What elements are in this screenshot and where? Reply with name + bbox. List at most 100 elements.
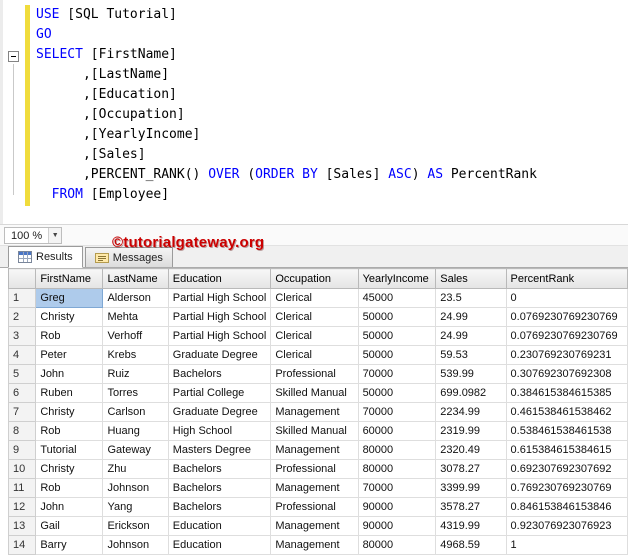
grid-cell[interactable]: 699.0982	[435, 383, 507, 403]
grid-cell[interactable]: John	[35, 497, 104, 517]
grid-cell[interactable]: Partial College	[167, 383, 272, 403]
grid-cell[interactable]: 90000	[357, 516, 437, 536]
row-header[interactable]: 3	[7, 326, 37, 346]
grid-cell[interactable]: Graduate Degree	[167, 402, 272, 422]
grid-cell[interactable]: 60000	[357, 421, 437, 441]
grid-cell[interactable]: Greg	[35, 288, 104, 308]
grid-cell[interactable]: 80000	[357, 459, 437, 479]
grid-cell[interactable]: Partial High School	[167, 307, 272, 327]
column-header-lastname[interactable]: LastName	[102, 268, 169, 289]
grid-cell[interactable]: Management	[270, 440, 359, 460]
column-header-education[interactable]: Education	[167, 268, 272, 289]
grid-cell[interactable]: Professional	[270, 459, 359, 479]
collapse-minus-icon[interactable]	[8, 51, 19, 62]
grid-cell[interactable]: 0.769230769230769	[505, 478, 628, 498]
grid-cell[interactable]: 50000	[357, 345, 437, 365]
grid-cell[interactable]: 0.615384615384615	[505, 440, 628, 460]
grid-cell[interactable]: Masters Degree	[167, 440, 272, 460]
grid-cell[interactable]: 50000	[357, 307, 437, 327]
grid-cell[interactable]: 3578.27	[435, 497, 507, 517]
grid-cell[interactable]: Management	[270, 516, 359, 536]
grid-cell[interactable]: Torres	[102, 383, 169, 403]
column-header-percentrank[interactable]: PercentRank	[505, 268, 628, 289]
grid-cell[interactable]: 70000	[357, 402, 437, 422]
zoom-dropdown[interactable]: 100 % ▼	[4, 227, 63, 244]
grid-cell[interactable]: 23.5	[435, 288, 507, 308]
grid-cell[interactable]: Verhoff	[102, 326, 169, 346]
grid-cell[interactable]: Education	[167, 516, 272, 536]
grid-cell[interactable]: Carlson	[102, 402, 169, 422]
grid-cell[interactable]: Bachelors	[167, 459, 272, 479]
grid-cell[interactable]: Rob	[35, 421, 104, 441]
grid-cell[interactable]: Professional	[270, 364, 359, 384]
grid-cell[interactable]: Zhu	[102, 459, 169, 479]
row-header[interactable]: 1	[7, 288, 37, 308]
grid-cell[interactable]: 80000	[357, 535, 437, 555]
grid-cell[interactable]: Gail	[35, 516, 104, 536]
grid-cell[interactable]: Bachelors	[167, 478, 272, 498]
grid-cell[interactable]: 59.53	[435, 345, 507, 365]
grid-cell[interactable]: 70000	[357, 478, 437, 498]
grid-cell[interactable]: Education	[167, 535, 272, 555]
row-header[interactable]: 5	[7, 364, 37, 384]
grid-cell[interactable]: 0.0769230769230769	[505, 307, 628, 327]
grid-cell[interactable]: 50000	[357, 326, 437, 346]
grid-cell[interactable]: Bachelors	[167, 497, 272, 517]
row-header[interactable]: 13	[7, 516, 37, 536]
grid-cell[interactable]: 0.0769230769230769	[505, 326, 628, 346]
grid-cell[interactable]: Partial High School	[167, 326, 272, 346]
column-header-occupation[interactable]: Occupation	[270, 268, 359, 289]
grid-cell[interactable]: 70000	[357, 364, 437, 384]
column-header-firstname[interactable]: FirstName	[35, 268, 104, 289]
row-header[interactable]: 11	[7, 478, 37, 498]
grid-cell[interactable]: 0.923076923076923	[505, 516, 628, 536]
grid-corner[interactable]	[7, 268, 37, 289]
grid-cell[interactable]: Ruiz	[102, 364, 169, 384]
grid-cell[interactable]: Peter	[35, 345, 104, 365]
grid-cell[interactable]: John	[35, 364, 104, 384]
grid-cell[interactable]: 90000	[357, 497, 437, 517]
grid-cell[interactable]: 2320.49	[435, 440, 507, 460]
row-header[interactable]: 10	[7, 459, 37, 479]
grid-cell[interactable]: Johnson	[102, 478, 169, 498]
grid-cell[interactable]: 0.538461538461538	[505, 421, 628, 441]
grid-cell[interactable]: Partial High School	[167, 288, 272, 308]
grid-cell[interactable]: Christy	[35, 402, 104, 422]
grid-cell[interactable]: Ruben	[35, 383, 104, 403]
grid-cell[interactable]: 0.692307692307692	[505, 459, 628, 479]
grid-cell[interactable]: Rob	[35, 326, 104, 346]
grid-cell[interactable]: Krebs	[102, 345, 169, 365]
grid-cell[interactable]: Mehta	[102, 307, 169, 327]
code-area[interactable]: USE [SQL Tutorial] GO SELECT [FirstName] ,…	[3, 0, 628, 205]
row-header[interactable]: 12	[7, 497, 37, 517]
row-header[interactable]: 7	[7, 402, 37, 422]
grid-cell[interactable]: 45000	[357, 288, 437, 308]
grid-cell[interactable]: 3399.99	[435, 478, 507, 498]
grid-cell[interactable]: Barry	[35, 535, 104, 555]
grid-cell[interactable]: 0.461538461538462	[505, 402, 628, 422]
sql-editor[interactable]: USE [SQL Tutorial] GO SELECT [FirstName] ,…	[0, 0, 628, 224]
grid-cell[interactable]: Management	[270, 402, 359, 422]
grid-cell[interactable]: Clerical	[270, 345, 359, 365]
grid-cell[interactable]: 2319.99	[435, 421, 507, 441]
grid-cell[interactable]: Erickson	[102, 516, 169, 536]
grid-cell[interactable]: Skilled Manual	[270, 383, 359, 403]
grid-cell[interactable]: 24.99	[435, 307, 507, 327]
grid-cell[interactable]: 80000	[357, 440, 437, 460]
row-header[interactable]: 8	[7, 421, 37, 441]
grid-cell[interactable]: High School	[167, 421, 272, 441]
grid-cell[interactable]: 4319.99	[435, 516, 507, 536]
grid-cell[interactable]: 3078.27	[435, 459, 507, 479]
grid-cell[interactable]: 1	[505, 535, 628, 555]
row-header[interactable]: 4	[7, 345, 37, 365]
row-header[interactable]: 9	[7, 440, 37, 460]
grid-cell[interactable]: Rob	[35, 478, 104, 498]
grid-cell[interactable]: 24.99	[435, 326, 507, 346]
tab-results[interactable]: Results	[8, 246, 83, 268]
grid-cell[interactable]: 2234.99	[435, 402, 507, 422]
row-header[interactable]: 6	[7, 383, 37, 403]
grid-cell[interactable]: Skilled Manual	[270, 421, 359, 441]
grid-cell[interactable]: Gateway	[102, 440, 169, 460]
grid-cell[interactable]: Clerical	[270, 288, 359, 308]
grid-cell[interactable]: Clerical	[270, 307, 359, 327]
